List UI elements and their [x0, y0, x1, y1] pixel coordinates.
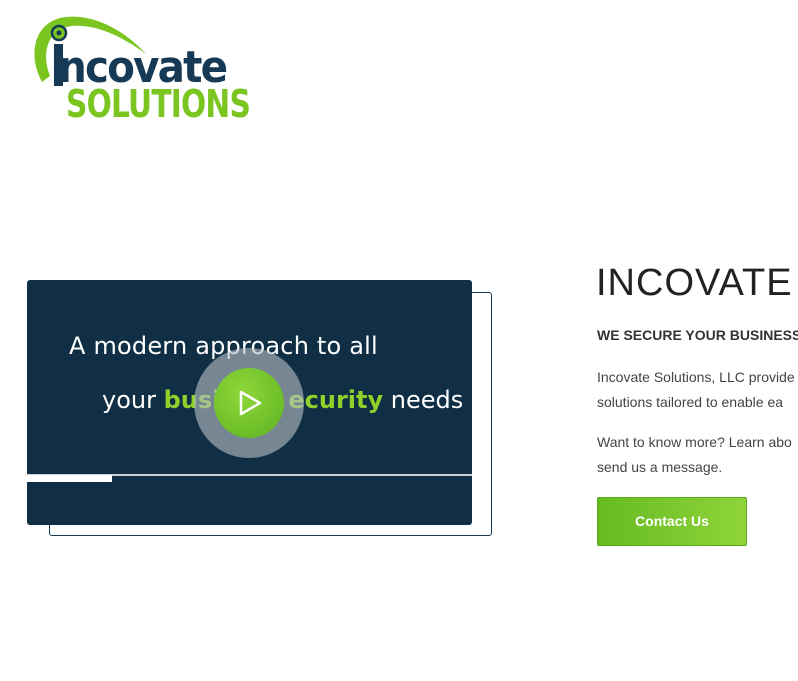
- page: ncovate SOLUTIONS A modern approach to a…: [0, 0, 798, 681]
- intro-paragraph: Incovate Solutions, LLC provide solution…: [597, 365, 795, 415]
- intro-line2: solutions tailored to enable ea: [597, 394, 784, 410]
- play-icon: [239, 390, 262, 416]
- video-caption-post: needs: [383, 386, 464, 414]
- page-subtitle: WE SECURE YOUR BUSINESS: [597, 327, 798, 343]
- page-title: INCOVATE: [596, 262, 793, 304]
- play-button[interactable]: [214, 368, 284, 438]
- logo-wordmark-bottom: SOLUTIONS: [66, 82, 251, 126]
- learn-more-line1: Want to know more? Learn abo: [597, 434, 792, 450]
- incovate-logo[interactable]: ncovate SOLUTIONS: [26, 12, 251, 126]
- learn-more-paragraph: Want to know more? Learn abo send us a m…: [597, 430, 792, 480]
- video-caption-pre: your: [102, 386, 164, 414]
- learn-more-line2: send us a message.: [597, 459, 723, 475]
- contact-us-button[interactable]: Contact Us: [597, 497, 747, 546]
- video-player[interactable]: A modern approach to all your busi ecurit…: [27, 280, 472, 525]
- intro-line1: Incovate Solutions, LLC provide: [597, 369, 795, 385]
- video-progress-fill: [27, 475, 112, 482]
